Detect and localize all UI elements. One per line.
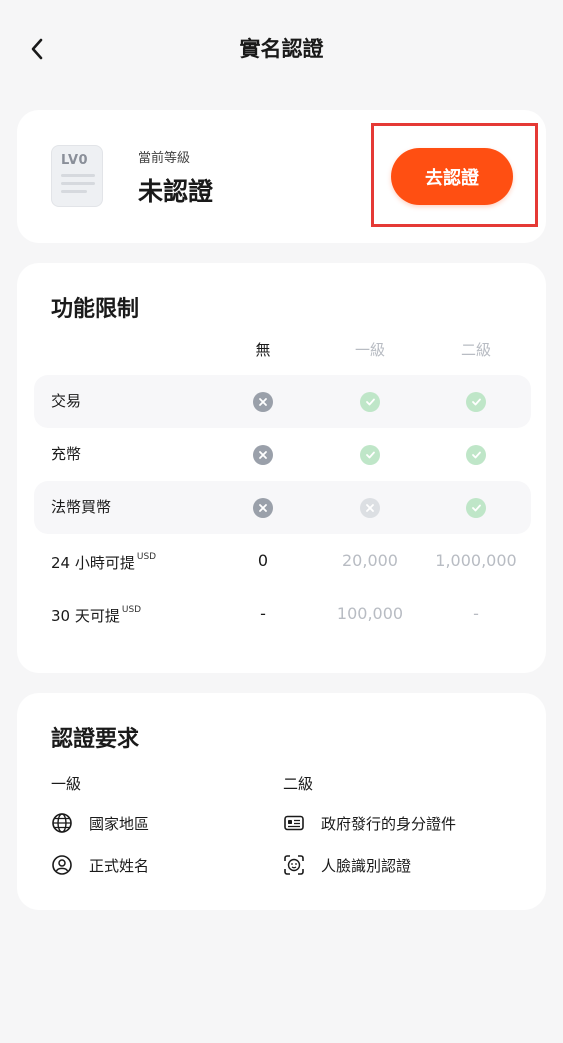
value-cell: 20,000 [342,551,398,570]
value-cell: 1,000,000 [435,551,517,570]
id-card-icon [284,815,304,831]
limits-row-trade: 交易 [34,375,531,428]
row-label: 24 小時可提 USD [51,534,156,590]
user-circle-icon [52,855,72,875]
face-scan-icon [284,855,304,875]
status-cell [320,428,420,481]
verify-button[interactable]: 去認證 [391,148,513,205]
row-label-text: 24 小時可提 [51,554,135,572]
requirements-title: 認證要求 [51,727,140,752]
row-label: 30 天可提 USD [51,587,141,643]
cross-circle-icon [253,391,273,412]
current-level-label: 當前等級 [138,151,191,166]
status-cell [426,428,526,481]
limits-row-24h-withdraw: 24 小時可提 USD 0 20,000 1,000,000 [34,534,531,587]
value-cell: 0 [257,551,269,570]
requirement-item: 正式姓名 [51,854,149,876]
row-label: 法幣買幣 [51,498,112,516]
level-card: LV0 當前等級 未認證 去認證 [17,110,546,243]
requirement-text: 國家地區 [89,814,150,833]
doc-line [61,182,95,185]
value-cell: 100,000 [336,604,404,623]
column-header-level2: 二級 [460,341,491,359]
status-cell [320,375,420,428]
limits-row-deposit: 充幣 [34,428,531,481]
status-cell [426,481,526,534]
column-header-level1: 一級 [354,341,385,359]
column-header-none: 無 [255,341,271,359]
unit-label: USD [121,605,142,615]
cross-circle-icon [253,444,273,465]
requirement-item: 國家地區 [51,812,149,834]
status-cell [320,481,420,534]
status-cell [213,375,313,428]
requirement-item: 政府發行的身分證件 [283,812,456,834]
requirement-item: 人臉識別認證 [283,854,411,876]
level2-label: 二級 [283,775,314,793]
level-badge: LV0 [61,153,89,168]
level-document-icon: LV0 [51,145,103,207]
row-label: 充幣 [51,445,82,463]
current-level-value: 未認證 [138,177,214,206]
value-cell: - [260,604,266,623]
page-title: 實名認證 [239,37,324,61]
check-circle-icon [360,444,380,465]
limits-row-30d-withdraw: 30 天可提 USD - 100,000 - [34,587,531,640]
status-cell [213,481,313,534]
check-circle-icon [360,391,380,412]
requirement-text: 政府發行的身分證件 [321,814,457,833]
check-circle-icon [466,391,486,412]
cross-circle-icon [253,497,273,518]
function-limits-card: 功能限制 無 一級 二級 交易 充幣 法幣買幣 24 小時可提 USD 0 20… [17,263,546,673]
doc-line [61,190,87,193]
status-cell [426,375,526,428]
requirements-card: 認證要求 一級 二級 國家地區 正式姓名 政府發行的身分證件 人臉識別認證 [17,693,546,910]
requirement-text: 人臉識別認證 [321,856,412,875]
value-cell: - [473,604,479,623]
status-cell [213,428,313,481]
unit-label: USD [136,552,157,562]
level1-label: 一級 [51,775,82,793]
limits-title: 功能限制 [51,297,140,322]
check-circle-icon [466,444,486,465]
check-circle-icon [466,497,486,518]
row-label: 交易 [51,392,82,410]
globe-icon [52,813,72,833]
doc-line [61,174,95,177]
limits-row-fiat-buy: 法幣買幣 [34,481,531,534]
row-label-text: 30 天可提 [51,607,120,625]
top-nav-bar: 實名認證 [0,0,563,96]
requirement-text: 正式姓名 [89,856,150,875]
cross-circle-icon [360,497,380,518]
